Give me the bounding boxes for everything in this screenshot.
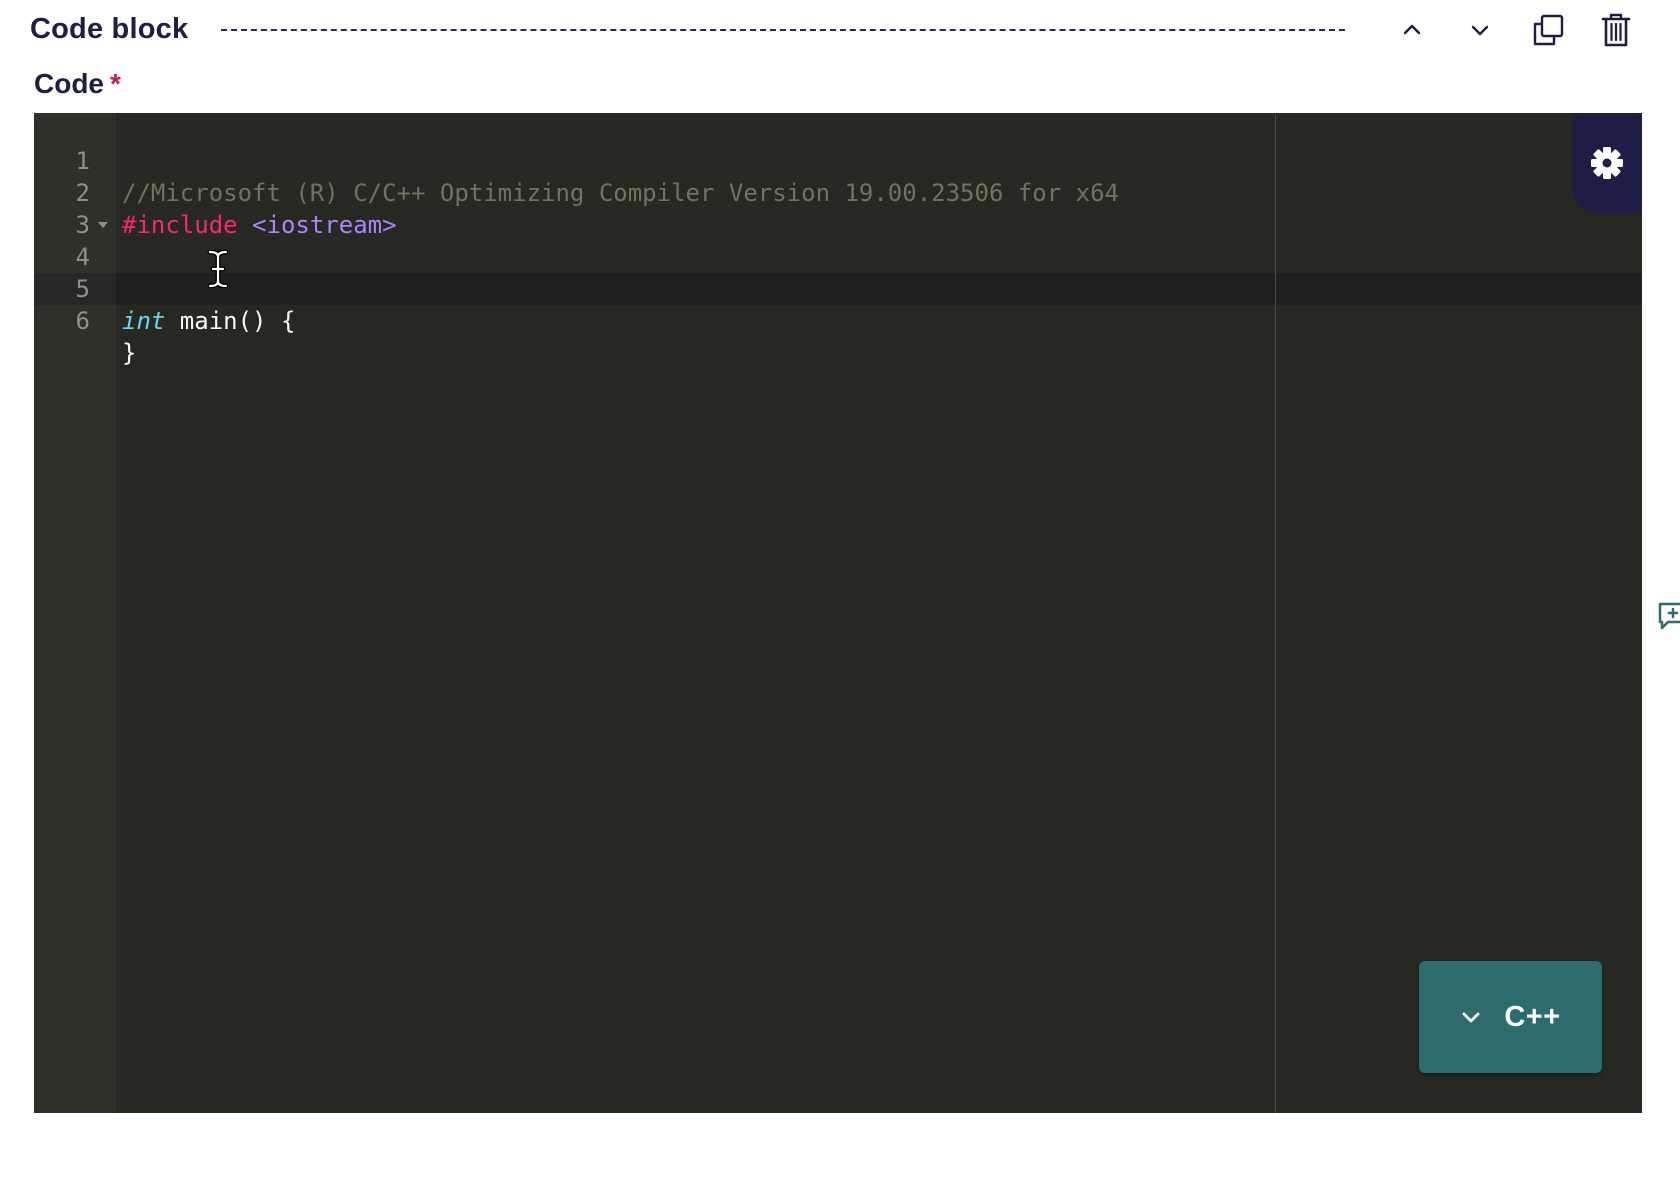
code-label-text: Code (34, 68, 104, 99)
code-line-1[interactable]: 1 //Microsoft (R) C/C++ Optimizing Compi… (34, 113, 1642, 207)
code-line-6[interactable]: 6 } (34, 273, 1642, 367)
fold-toggle-icon[interactable] (98, 222, 108, 228)
chevron-down-icon (1471, 25, 1489, 36)
text-cursor-icon (207, 250, 229, 288)
trash-icon (1601, 13, 1631, 47)
language-select-button[interactable]: C++ (1419, 961, 1602, 1073)
chevron-up-icon (1403, 24, 1421, 35)
add-comment-icon[interactable] (1656, 600, 1680, 630)
code-field-label: Code * (34, 68, 121, 100)
block-title: Code block (30, 13, 189, 45)
code-text: } (122, 339, 137, 367)
required-marker: * (110, 68, 121, 99)
code-line-5[interactable]: 5 (34, 241, 1642, 303)
gear-icon (1591, 147, 1623, 179)
move-down-button[interactable] (1457, 8, 1503, 52)
copy-icon (1533, 14, 1564, 46)
header-divider (221, 29, 1345, 31)
code-text: main() { (165, 307, 296, 335)
code-line-3[interactable]: 3 (34, 177, 1642, 239)
move-up-button[interactable] (1389, 8, 1435, 52)
duplicate-button[interactable] (1525, 8, 1571, 52)
language-label: C++ (1504, 1000, 1561, 1033)
code-line-4[interactable]: 4 int main() { (34, 209, 1642, 335)
line-number: 6 (75, 307, 90, 335)
delete-button[interactable] (1593, 8, 1639, 52)
editor-settings-button[interactable] (1572, 113, 1642, 213)
block-header: Code block (0, 0, 1680, 60)
chevron-down-icon (1462, 1012, 1480, 1023)
code-editor[interactable]: 1 //Microsoft (R) C/C++ Optimizing Compi… (34, 113, 1642, 1113)
type-token: int (122, 307, 166, 335)
code-line-2[interactable]: 2 #include <iostream> (34, 145, 1642, 239)
